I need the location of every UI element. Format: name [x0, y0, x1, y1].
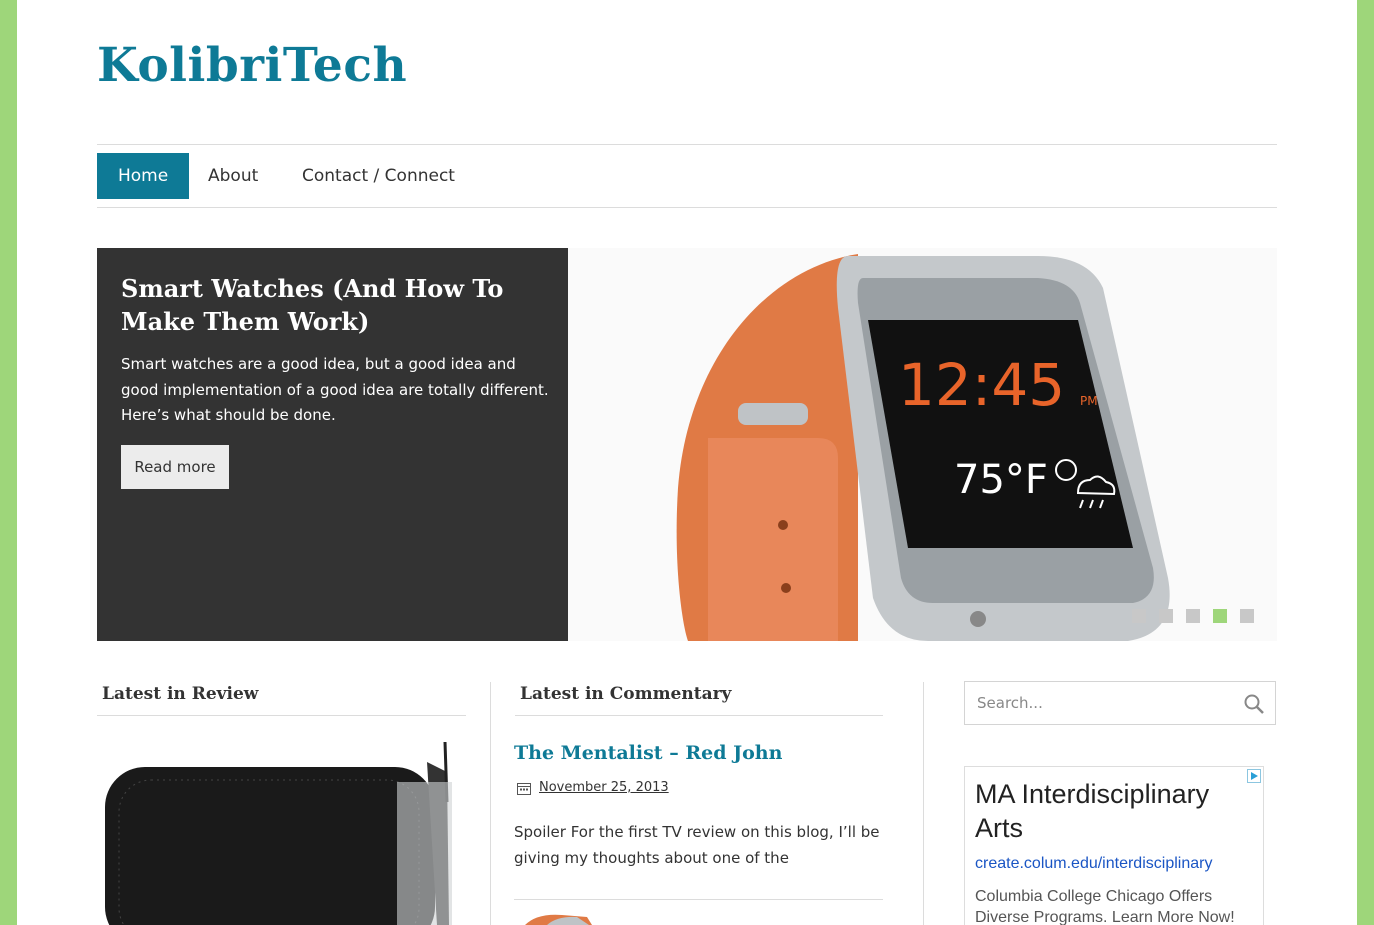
- smartwatch-image[interactable]: 12:45 PM 75°F: [568, 248, 1277, 641]
- slide-title[interactable]: Smart Watches (And How To Make Them Work…: [121, 272, 551, 338]
- ad-title[interactable]: MA Interdisciplinary Arts: [975, 777, 1245, 845]
- slider-dot-1[interactable]: [1132, 609, 1146, 623]
- main-nav: Home About Contact / Connect: [97, 144, 1277, 208]
- search-icon[interactable]: [1243, 693, 1265, 715]
- review-heading: Latest in Review: [97, 684, 466, 716]
- slider-dot-3[interactable]: [1186, 609, 1200, 623]
- router-image[interactable]: [97, 742, 467, 925]
- nav-home[interactable]: Home: [97, 153, 190, 199]
- post-title[interactable]: The Mentalist – Red John: [514, 742, 782, 764]
- page: KolibriTech Home About Contact / Connect…: [17, 0, 1357, 925]
- slider-dot-2[interactable]: [1159, 609, 1173, 623]
- watch-time: 12:45: [898, 351, 1065, 419]
- calendar-icon: [517, 783, 531, 795]
- post-date: November 25, 2013: [517, 780, 669, 795]
- slide-excerpt: Smart watches are a good idea, but a goo…: [121, 355, 549, 424]
- post-excerpt: Spoiler For the first TV review on this …: [514, 823, 880, 867]
- adchoices-icon[interactable]: [1247, 769, 1261, 783]
- nav-contact[interactable]: Contact / Connect: [302, 153, 455, 199]
- commentary-heading: Latest in Commentary: [515, 684, 883, 716]
- ad-description: Columbia College Chicago Offers Diverse …: [975, 888, 1235, 925]
- post-date-link[interactable]: November 25, 2013: [539, 780, 669, 795]
- search-input[interactable]: [965, 682, 1249, 724]
- ad-block[interactable]: MA Interdisciplinary Arts create.colum.e…: [964, 766, 1264, 925]
- divider: [514, 899, 883, 900]
- slider-dot-4[interactable]: [1213, 609, 1227, 623]
- watch-ampm: PM: [1080, 394, 1098, 408]
- read-more-button[interactable]: Read more: [121, 445, 229, 489]
- column-divider: [490, 682, 491, 925]
- column-divider: [923, 682, 924, 925]
- search-box: [964, 681, 1276, 725]
- nav-about[interactable]: About: [208, 153, 258, 199]
- featured-slider: Smart Watches (And How To Make Them Work…: [97, 248, 1277, 641]
- post-thumbnail[interactable]: [517, 913, 597, 925]
- slide-caption-panel: Smart Watches (And How To Make Them Work…: [97, 248, 568, 641]
- ad-url[interactable]: create.colum.edu/interdisciplinary: [975, 855, 1212, 873]
- site-title[interactable]: KolibriTech: [97, 38, 407, 93]
- watch-temp: 75°F: [954, 457, 1048, 503]
- slider-dot-5[interactable]: [1240, 609, 1254, 623]
